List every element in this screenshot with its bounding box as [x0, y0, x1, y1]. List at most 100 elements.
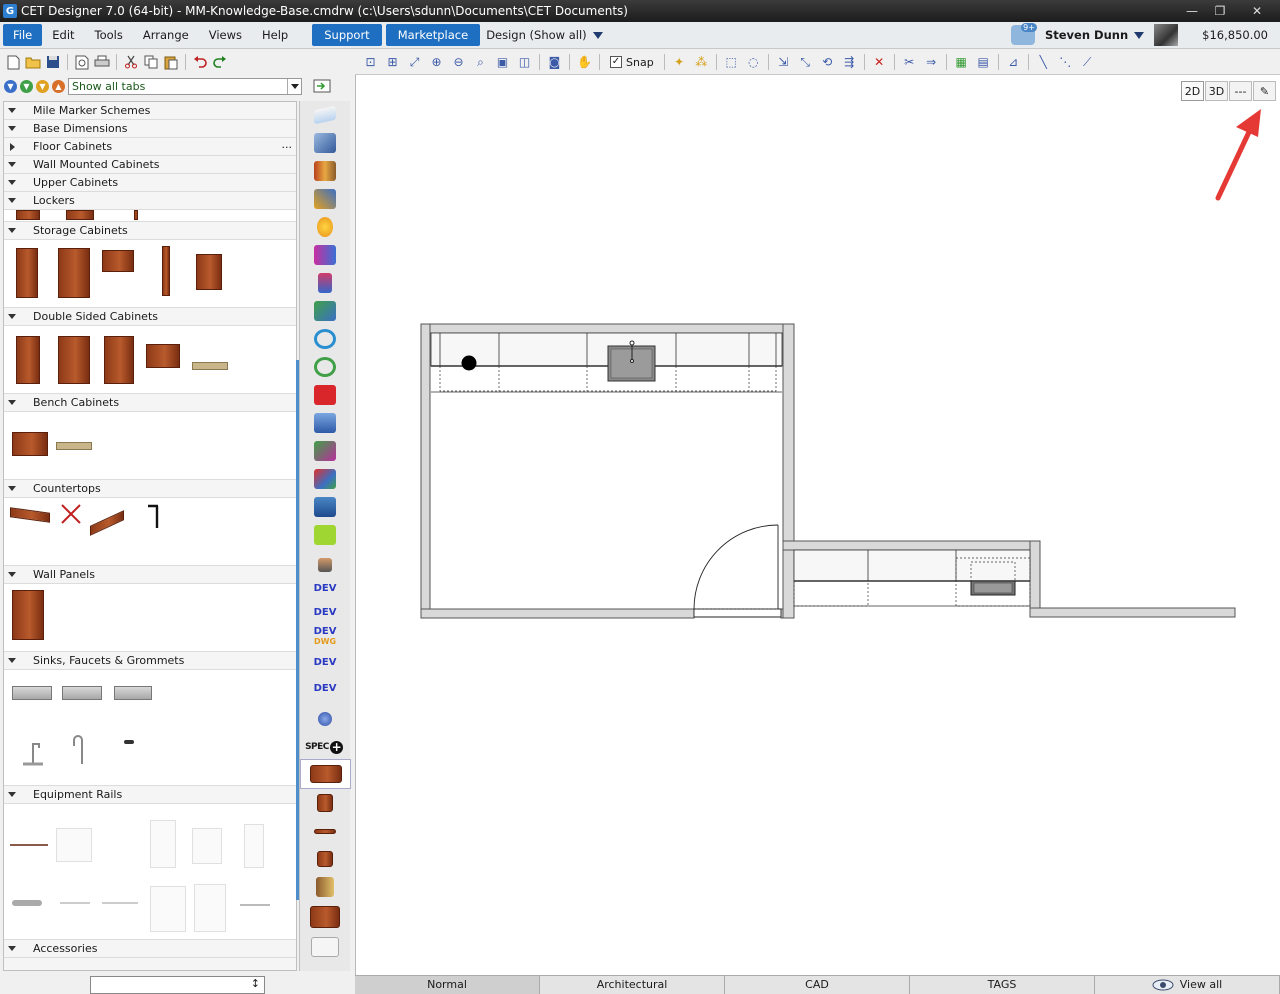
select-lasso-icon[interactable]: ◌	[743, 52, 764, 72]
globe-extension-icon[interactable]	[310, 707, 340, 731]
double-sided-top-thumbnail[interactable]	[192, 362, 228, 370]
cut-icon[interactable]	[122, 53, 140, 71]
rail-panel-thumbnail[interactable]	[244, 824, 264, 868]
category-lockers[interactable]: Lockers	[4, 192, 296, 210]
double-sided-base-thumbnail[interactable]	[146, 344, 180, 368]
open-folder-icon[interactable]	[24, 53, 42, 71]
print-icon[interactable]	[93, 53, 111, 71]
cut-to-icon[interactable]: ✂	[899, 52, 920, 72]
layers-extension-icon[interactable]	[310, 495, 340, 519]
dresser-extension-icon[interactable]	[310, 905, 340, 929]
delete-icon[interactable]: ✕	[869, 52, 890, 72]
sink-thumbnail[interactable]	[114, 686, 152, 700]
save-icon[interactable]	[44, 53, 62, 71]
snap-grid-icon[interactable]: ⁂	[691, 52, 712, 72]
design-selector[interactable]: Design (Show all)	[486, 28, 603, 42]
category-wall-panels[interactable]: Wall Panels	[4, 566, 296, 584]
user-menu-chevron-icon[interactable]	[1134, 31, 1145, 39]
sink[interactable]	[607, 340, 656, 382]
hardware-extension-icon[interactable]	[310, 271, 340, 295]
locker-thumbnail[interactable]	[16, 210, 40, 220]
tabs-filter-select[interactable]: Show all tabs	[68, 77, 302, 95]
zoom-out-icon[interactable]: ⊖	[448, 52, 469, 72]
gooseneck-faucet-thumbnail[interactable]	[70, 732, 94, 766]
rail-thumbnail[interactable]	[10, 844, 48, 846]
select-rectangle-icon[interactable]: ⬚	[721, 52, 742, 72]
measure-icon[interactable]: ⊿	[1003, 52, 1024, 72]
menu-tools[interactable]: Tools	[85, 24, 133, 46]
category-floor-cabinets[interactable]: Floor Cabinets ...	[4, 138, 296, 156]
category-storage-cabinets[interactable]: Storage Cabinets	[4, 222, 296, 240]
base-cabinet-thumbnail[interactable]	[196, 254, 222, 290]
user-name[interactable]: Steven Dunn	[1045, 28, 1128, 42]
category-base-dimensions[interactable]: Base Dimensions	[4, 120, 296, 138]
end-panel-thumbnail[interactable]	[162, 246, 170, 296]
menu-edit[interactable]: Edit	[42, 24, 84, 46]
rings-extension-icon[interactable]	[310, 327, 340, 351]
cube-extension-icon[interactable]	[310, 439, 340, 463]
sink-thumbnail[interactable]	[62, 686, 102, 700]
angled-countertop-thumbnail[interactable]	[90, 510, 124, 536]
door[interactable]	[693, 524, 782, 618]
bench-cabinet-thumbnail[interactable]	[12, 432, 48, 456]
wall-cabinet-thumbnail[interactable]	[102, 250, 134, 272]
cabinets-extension-icon[interactable]	[300, 759, 351, 789]
close-button[interactable]: ✕	[1234, 1, 1280, 21]
rail-bracket-thumbnail[interactable]	[240, 904, 270, 906]
green-square-extension-icon[interactable]	[310, 523, 340, 547]
draw-line-icon[interactable]: ╲	[1033, 52, 1054, 72]
category-countertops[interactable]: Countertops	[4, 480, 296, 498]
double-sided-shelf-thumbnail[interactable]	[104, 336, 134, 384]
category-mile-marker-schemes[interactable]: Mile Marker Schemes	[4, 102, 296, 120]
rail-bracket-thumbnail[interactable]	[12, 900, 42, 906]
spec-extension-icon[interactable]: SPEC +	[302, 735, 346, 759]
bench-top-thumbnail[interactable]	[56, 442, 92, 450]
tools-extension-icon[interactable]	[310, 187, 340, 211]
rail-panel-thumbnail[interactable]	[192, 828, 222, 864]
catalog-search-box[interactable]: ↕	[90, 976, 265, 994]
zoom-extents-icon[interactable]: ⤢	[404, 52, 425, 72]
building-extension-icon[interactable]	[310, 131, 340, 155]
double-sided-tall-thumbnail[interactable]	[16, 336, 40, 384]
category-accessories[interactable]: Accessories	[4, 940, 296, 958]
zoom-all-icon[interactable]: ▣	[492, 52, 513, 72]
restore-button[interactable]: ❐	[1206, 1, 1234, 21]
orange-down-arrow-icon[interactable]: ▼	[36, 79, 49, 93]
green-down-arrow-icon[interactable]: ▼	[20, 79, 33, 93]
paste-icon[interactable]	[162, 53, 180, 71]
camera-view-icon[interactable]: ◙	[544, 52, 565, 72]
category-equipment-rails[interactable]: Equipment Rails	[4, 786, 296, 804]
copy-icon[interactable]	[142, 53, 160, 71]
zoom-page-icon[interactable]: ⊡	[360, 52, 381, 72]
more-options-icon[interactable]: ...	[282, 138, 293, 151]
locker-thumbnail[interactable]	[66, 210, 94, 220]
category-double-sided-cabinets[interactable]: Double Sided Cabinets	[4, 308, 296, 326]
snap-star-icon[interactable]: ✦	[669, 52, 690, 72]
stretch-icon[interactable]: ⤡	[795, 52, 816, 72]
pan-hand-icon[interactable]: ✋	[574, 52, 595, 72]
paste-to-icon[interactable]: ⇒	[921, 52, 942, 72]
align-icon[interactable]: ⇶	[839, 52, 860, 72]
move-icon[interactable]: ⇲	[773, 52, 794, 72]
dev-extension-icon[interactable]: DEV	[310, 577, 340, 601]
tall-open-cabinet-thumbnail[interactable]	[58, 248, 90, 298]
grommet-marker[interactable]	[461, 355, 477, 371]
menu-arrange[interactable]: Arrange	[133, 24, 199, 46]
marketplace-button[interactable]: Marketplace	[385, 24, 481, 46]
zoom-in-icon[interactable]: ⊕	[426, 52, 447, 72]
rail-bracket-thumbnail[interactable]	[60, 902, 90, 904]
sink-thumbnail[interactable]	[12, 686, 52, 700]
category-sinks-faucets-grommets[interactable]: Sinks, Faucets & Grommets	[4, 652, 296, 670]
lighting-extension-icon[interactable]	[310, 215, 340, 239]
rail-bracket-thumbnail[interactable]	[102, 902, 138, 904]
view-all-button[interactable]: View all	[1095, 976, 1280, 994]
back-countertop[interactable]	[430, 332, 783, 393]
snap-checkbox[interactable]: ✓	[610, 56, 622, 68]
cabinet-door-extension-icon[interactable]	[310, 791, 340, 815]
shelf-extension-icon[interactable]	[310, 819, 340, 843]
tab-normal[interactable]: Normal	[355, 976, 540, 994]
dev-extension-icon[interactable]: DEV	[310, 677, 340, 701]
ungroup-icon[interactable]: ▤	[973, 52, 994, 72]
group-icon[interactable]: ▦	[951, 52, 972, 72]
undo-icon[interactable]	[191, 53, 209, 71]
